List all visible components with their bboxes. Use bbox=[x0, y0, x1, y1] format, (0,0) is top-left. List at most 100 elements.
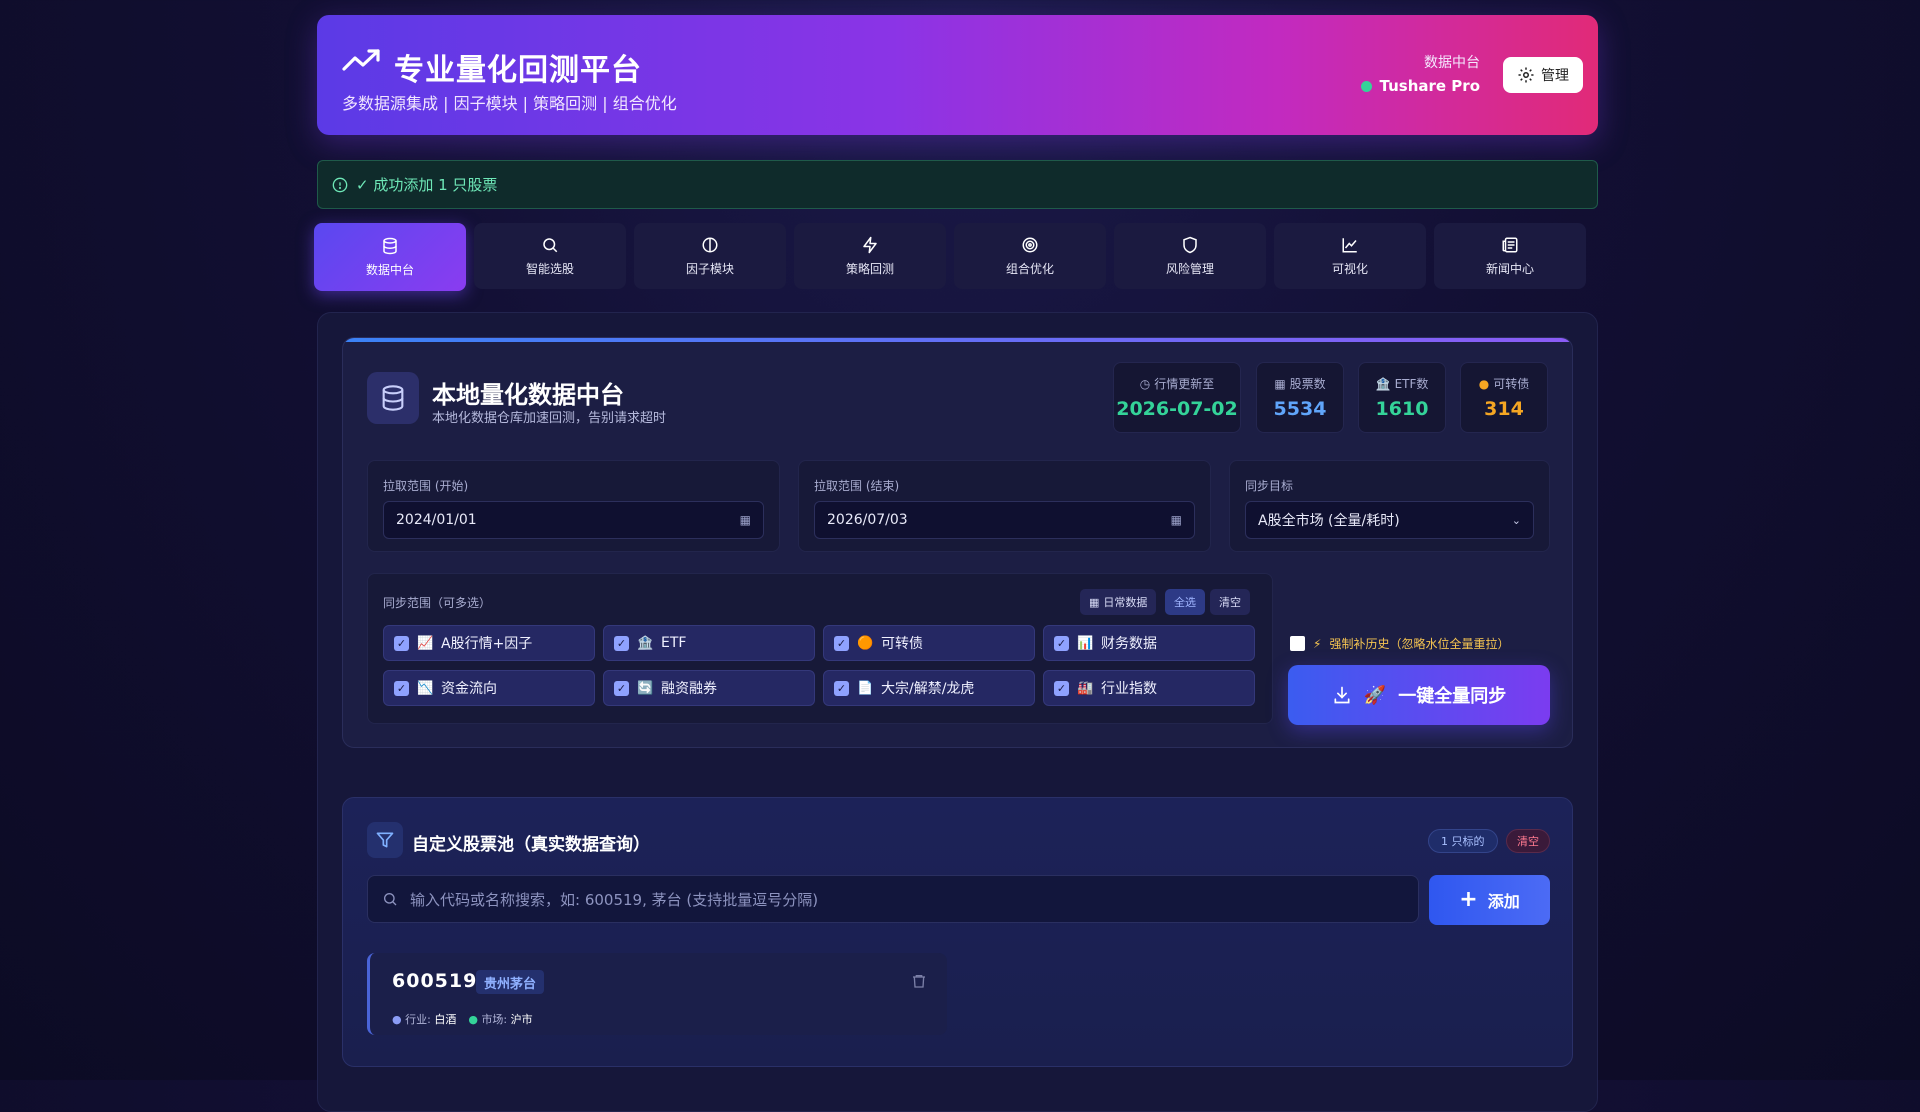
stat-value: 1610 bbox=[1375, 398, 1429, 420]
calendar-icon: ▦ bbox=[1089, 595, 1100, 609]
refresh-icon: 🔄 bbox=[637, 680, 654, 696]
checkbox-checked[interactable]: ✓ bbox=[834, 635, 849, 651]
stock-search-input[interactable]: 输入代码或名称搜索，如: 600519, 茅台 (支持批量逗号分隔) bbox=[367, 875, 1419, 923]
bolt-icon bbox=[863, 236, 877, 253]
daily-data-button[interactable]: ▦ 日常数据 bbox=[1080, 589, 1157, 615]
sync-scope-group: 同步范围（可多选） ▦ 日常数据 全选 清空 ✓ 📈 A股行情+因子 ✓ 🏦 ETF ✓ 🟠… bbox=[367, 573, 1273, 724]
manage-button[interactable]: 管理 bbox=[1503, 57, 1583, 93]
coin-icon: ● bbox=[1478, 376, 1490, 391]
stock-item[interactable]: 600519 贵州茅台 ● 行业: 白酒 ● 市场: 沪市 bbox=[367, 953, 947, 1035]
stock-pool-title: 自定义股票池（真实数据查询） bbox=[412, 835, 650, 855]
app-title: 专业量化回测平台 bbox=[394, 53, 642, 88]
sync-target-value: A股全市场 (全量/耗时) bbox=[1258, 513, 1400, 529]
tab-visualization[interactable]: 可视化 bbox=[1274, 223, 1426, 289]
sync-target-group: 同步目标 A股全市场 (全量/耗时) ⌄ bbox=[1229, 460, 1550, 552]
sync-target-label: 同步目标 bbox=[1245, 479, 1294, 493]
clear-pool-button[interactable]: 清空 bbox=[1506, 829, 1550, 853]
data-center-title: 本地量化数据中台 bbox=[432, 381, 624, 409]
plus-icon: + bbox=[1459, 887, 1478, 912]
stat-label: ● 可转债 bbox=[1478, 376, 1530, 392]
search-placeholder: 输入代码或名称搜索，如: 600519, 茅台 (支持批量逗号分隔) bbox=[410, 890, 819, 909]
scope-option-money-flow[interactable]: ✓ 📉 资金流向 bbox=[383, 670, 595, 706]
stat-convertible-count: ● 可转债 314 bbox=[1460, 362, 1548, 433]
industry-info: ● 行业: 白酒 bbox=[392, 1013, 457, 1026]
checkbox-checked[interactable]: ✓ bbox=[614, 680, 629, 696]
newspaper-icon bbox=[1502, 237, 1518, 252]
scope-option-margin[interactable]: ✓ 🔄 融资融券 bbox=[603, 670, 815, 706]
download-icon bbox=[1334, 686, 1350, 704]
tab-data-center[interactable]: 数据中台 bbox=[314, 223, 466, 291]
range-end-value: 2026/07/03 bbox=[827, 512, 908, 528]
scope-option-financials[interactable]: ✓ 📊 财务数据 bbox=[1043, 625, 1255, 661]
select-all-button[interactable]: 全选 bbox=[1165, 589, 1205, 615]
checkbox-checked[interactable]: ✓ bbox=[834, 680, 849, 696]
tab-news[interactable]: 新闻中心 bbox=[1434, 223, 1586, 289]
scope-option-industry-index[interactable]: ✓ 🏭 行业指数 bbox=[1043, 670, 1255, 706]
force-history-checkbox[interactable] bbox=[1290, 636, 1305, 651]
add-label: 添加 bbox=[1487, 892, 1520, 911]
main-tabs: 数据中台 智能选股 因子模块 策略回测 组合优化 风险管理 可视化 新闻中心 bbox=[314, 223, 1601, 291]
add-stock-button[interactable]: + 添加 bbox=[1429, 875, 1550, 925]
clear-scope-button[interactable]: 清空 bbox=[1210, 589, 1250, 615]
checkbox-checked[interactable]: ✓ bbox=[1054, 680, 1069, 696]
sync-target-select[interactable]: A股全市场 (全量/耗时) ⌄ bbox=[1245, 501, 1534, 539]
document-icon: 📄 bbox=[857, 680, 874, 696]
clock-icon: ◷ bbox=[1139, 376, 1151, 391]
full-sync-label: 一键全量同步 bbox=[1398, 686, 1507, 707]
trending-up-icon bbox=[342, 49, 380, 71]
app-header: 专业量化回测平台 多数据源集成 | 因子模块 | 策略回测 | 组合优化 数据中… bbox=[317, 15, 1598, 135]
tab-factor-module[interactable]: 因子模块 bbox=[634, 223, 786, 289]
force-history-option[interactable]: ⚡ 强制补历史（忽略水位全量重拉） bbox=[1290, 635, 1509, 652]
checkbox-checked[interactable]: ✓ bbox=[1054, 635, 1069, 651]
database-badge bbox=[367, 372, 419, 424]
option-label: A股行情+因子 bbox=[441, 636, 533, 652]
tab-backtest[interactable]: 策略回测 bbox=[794, 223, 946, 289]
option-label: 行业指数 bbox=[1101, 681, 1157, 697]
tab-label: 策略回测 bbox=[845, 261, 894, 276]
stock-pool-card: 自定义股票池（真实数据查询） 1 只标的 清空 输入代码或名称搜索，如: 600… bbox=[342, 797, 1573, 1067]
data-source-name: Tushare Pro bbox=[1379, 77, 1480, 95]
checkbox-checked[interactable]: ✓ bbox=[394, 635, 409, 651]
scope-option-block-trades[interactable]: ✓ 📄 大宗/解禁/龙虎 bbox=[823, 670, 1035, 706]
tab-risk[interactable]: 风险管理 bbox=[1114, 223, 1266, 289]
stat-label: ◷ 行情更新至 bbox=[1139, 376, 1215, 392]
scope-option-a-share[interactable]: ✓ 📈 A股行情+因子 bbox=[383, 625, 595, 661]
option-label: 融资融券 bbox=[661, 681, 717, 697]
lightning-icon: ⚡ bbox=[1313, 636, 1322, 651]
range-end-input[interactable]: 2026/07/03 ▦ bbox=[814, 501, 1195, 539]
bar-chart-icon: 📊 bbox=[1077, 635, 1094, 651]
tab-portfolio[interactable]: 组合优化 bbox=[954, 223, 1106, 289]
tab-label: 新闻中心 bbox=[1485, 261, 1534, 276]
option-label: 财务数据 bbox=[1101, 636, 1157, 652]
data-center-subtitle: 本地化数据仓库加速回测，告别请求超时 bbox=[432, 411, 667, 426]
factory-icon: 🏭 bbox=[1077, 680, 1094, 696]
scope-option-convertible[interactable]: ✓ 🟠 可转债 bbox=[823, 625, 1035, 661]
checkbox-checked[interactable]: ✓ bbox=[394, 680, 409, 696]
market-info: ● 市场: 沪市 bbox=[468, 1013, 533, 1026]
stat-label: 🏦 ETF数 bbox=[1375, 376, 1429, 392]
bank-icon: 🏦 bbox=[637, 635, 654, 651]
card-accent-bar bbox=[343, 338, 1572, 342]
full-sync-button[interactable]: 🚀 一键全量同步 bbox=[1288, 665, 1550, 725]
manage-label: 管理 bbox=[1541, 68, 1569, 84]
tab-label: 因子模块 bbox=[685, 261, 734, 276]
scope-option-etf[interactable]: ✓ 🏦 ETF bbox=[603, 625, 815, 661]
database-icon bbox=[382, 385, 404, 411]
chevron-down-icon: ⌄ bbox=[1511, 513, 1521, 527]
option-label: 资金流向 bbox=[441, 681, 497, 697]
tab-label: 风险管理 bbox=[1165, 261, 1214, 276]
stat-value: 2026-07-02 bbox=[1116, 398, 1238, 420]
checkbox-checked[interactable]: ✓ bbox=[614, 635, 629, 651]
stock-code: 600519 bbox=[392, 970, 478, 992]
stock-count-badge: 1 只标的 bbox=[1428, 829, 1498, 853]
range-end-group: 拉取范围 (结束) 2026/07/03 ▦ bbox=[798, 460, 1211, 552]
tab-label: 组合优化 bbox=[1005, 261, 1054, 276]
tab-stock-picker[interactable]: 智能选股 bbox=[474, 223, 626, 289]
trash-icon[interactable] bbox=[911, 973, 927, 989]
tab-label: 数据中台 bbox=[365, 262, 414, 277]
tab-label: 可视化 bbox=[1331, 261, 1368, 276]
option-label: 大宗/解禁/龙虎 bbox=[881, 681, 975, 697]
data-source-status: Tushare Pro bbox=[1360, 77, 1480, 95]
success-alert: ✓ 成功添加 1 只股票 bbox=[317, 160, 1598, 209]
range-start-input[interactable]: 2024/01/01 ▦ bbox=[383, 501, 764, 539]
